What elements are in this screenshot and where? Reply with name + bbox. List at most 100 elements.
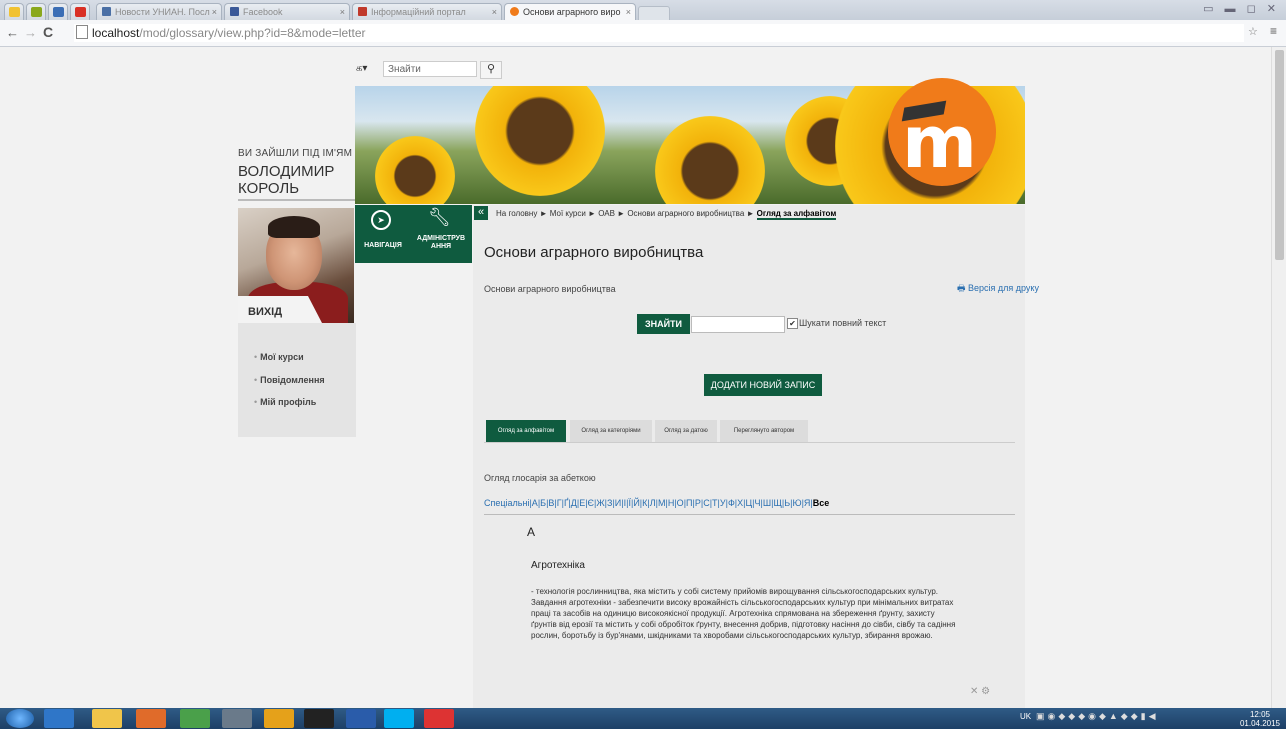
ie-icon[interactable] bbox=[44, 709, 74, 728]
url-host: localhost bbox=[92, 26, 140, 40]
scrollbar-thumb[interactable] bbox=[1275, 50, 1284, 260]
portal-favicon-icon bbox=[358, 7, 367, 16]
page-title: Основи аграрного виробництва bbox=[484, 244, 704, 261]
tray-icons[interactable]: ▣◉◆◆◆◉◆▲◆◆▮◀ bbox=[1036, 711, 1159, 722]
tabs-divider bbox=[484, 442, 1015, 443]
vlc-icon[interactable] bbox=[264, 709, 294, 728]
navigation-block-label[interactable]: НАВІГАЦІЯ bbox=[358, 242, 408, 249]
alphabet-letter-link[interactable]: О bbox=[677, 498, 684, 508]
breadcrumb-separator: ► bbox=[588, 209, 596, 218]
terminal-icon[interactable] bbox=[304, 709, 334, 728]
forward-arrow-icon[interactable]: → bbox=[24, 25, 37, 40]
collapse-blocks-button[interactable]: « bbox=[474, 206, 488, 220]
pinned-tab[interactable] bbox=[4, 3, 24, 20]
browser-tab-active[interactable]: Основи аграрного виро × bbox=[504, 3, 636, 20]
url-path: /mod/glossary/view.php?id=8&mode=letter bbox=[139, 26, 366, 40]
news-favicon-icon bbox=[102, 7, 111, 16]
user-name[interactable]: ВОЛОДИМИР КОРОЛЬ bbox=[238, 163, 358, 197]
print-version-link[interactable]: 🖶︎ Версія для друку bbox=[957, 281, 1039, 297]
logout-button[interactable]: ВИХІД bbox=[248, 306, 282, 318]
tab-browse-alphabet[interactable]: Огляд за алфавітом bbox=[486, 420, 566, 442]
facebook-favicon-icon bbox=[230, 7, 239, 16]
breadcrumb-course[interactable]: Основи аграрного виробництва bbox=[627, 209, 744, 218]
page-icon bbox=[76, 25, 88, 39]
alphabet-divider bbox=[484, 514, 1015, 515]
menu-item-messages[interactable]: • Повідомлення bbox=[254, 375, 325, 385]
menu-icon[interactable]: ≡ bbox=[1270, 24, 1277, 38]
wrench-icon[interactable]: 🔧︎ bbox=[428, 207, 451, 228]
entry-actions: ✕ ⚙ bbox=[970, 686, 990, 697]
tab-close-icon[interactable]: × bbox=[340, 7, 345, 17]
pinned-tab[interactable] bbox=[26, 3, 46, 20]
moodle-favicon-icon bbox=[510, 7, 519, 16]
site-search-input[interactable]: Знайти bbox=[383, 61, 477, 77]
alphabet-letter-link[interactable]: Щ bbox=[773, 498, 781, 508]
breadcrumb-separator: ► bbox=[746, 209, 755, 218]
sunflower-image bbox=[655, 116, 765, 204]
tab-title: Facebook bbox=[243, 7, 283, 17]
tab-close-icon[interactable]: × bbox=[212, 7, 217, 17]
chrome-icon[interactable] bbox=[180, 709, 210, 728]
tab-browse-author[interactable]: Переглянуто автором bbox=[720, 420, 808, 442]
explorer-icon[interactable] bbox=[92, 709, 122, 728]
alphabet-letter-link[interactable]: Ф bbox=[728, 498, 735, 508]
delete-icon[interactable]: ✕ bbox=[970, 686, 978, 697]
pinned-tab[interactable] bbox=[48, 3, 68, 20]
add-entry-button[interactable]: ДОДАТИ НОВИЙ ЗАПИС bbox=[704, 374, 822, 396]
address-bar[interactable]: localhost/mod/glossary/view.php?id=8&mod… bbox=[74, 24, 1244, 42]
start-button[interactable] bbox=[6, 709, 34, 728]
divider bbox=[238, 199, 356, 201]
search-icon[interactable]: ⚲ bbox=[480, 61, 502, 79]
star-icon[interactable]: ☆ bbox=[1248, 25, 1258, 38]
avatar-hair bbox=[268, 216, 320, 238]
glossary-search-button[interactable]: ЗНАЙТИ bbox=[637, 314, 690, 334]
tab-close-icon[interactable]: × bbox=[626, 7, 631, 17]
alphabet-special-link[interactable]: Спеціальні bbox=[484, 498, 529, 508]
menu-item-my-profile[interactable]: • Мій профіль bbox=[254, 397, 316, 407]
alphabet-letter-link[interactable]: Ш bbox=[763, 498, 771, 508]
logged-in-label: ВИ ЗАЙШЛИ ПІД ІМ'ЯМ bbox=[238, 148, 353, 159]
language-menu[interactable]: க▾ bbox=[356, 63, 367, 75]
glossary-name: Основи аграрного виробництва bbox=[484, 284, 616, 294]
tab-close-icon[interactable]: × bbox=[492, 7, 497, 17]
glossary-search-input[interactable] bbox=[691, 316, 785, 333]
browser-tab[interactable]: Facebook × bbox=[224, 3, 350, 20]
acrobat-icon[interactable] bbox=[424, 709, 454, 728]
admin-block-label[interactable]: АДМІНІСТРУВ АННЯ bbox=[412, 235, 470, 251]
breadcrumb-home[interactable]: На головну bbox=[496, 209, 537, 218]
navigation-icon[interactable]: ➤ bbox=[371, 210, 391, 230]
letter-heading: А bbox=[527, 525, 536, 539]
tab-browse-date[interactable]: Огляд за датою bbox=[655, 420, 717, 442]
tab-title: Основи аграрного виро bbox=[523, 7, 621, 17]
skype-icon[interactable] bbox=[384, 709, 414, 728]
printer-icon: 🖶︎ bbox=[957, 283, 968, 293]
alphabet-bar: Спеціальні|А|Б|В|Г|Ґ|Д|Е|Є|Ж|З|И|І|Ї|Й|К… bbox=[484, 498, 829, 508]
fulltext-checkbox[interactable]: ✔ bbox=[787, 318, 798, 329]
word-icon[interactable] bbox=[346, 709, 376, 728]
alphabet-letter-link[interactable]: Ж bbox=[596, 498, 604, 508]
tab-browse-category[interactable]: Огляд за категоріями bbox=[570, 420, 652, 442]
breadcrumb-my-courses[interactable]: Мої курси bbox=[550, 209, 586, 218]
reload-icon[interactable]: C bbox=[43, 24, 53, 40]
breadcrumb-separator: ► bbox=[617, 209, 626, 218]
settings-icon[interactable]: ⚙ bbox=[981, 686, 990, 697]
alphabet-all-link[interactable]: Все bbox=[813, 498, 830, 508]
browse-label: Огляд глосарія за абеткою bbox=[484, 473, 596, 483]
tab-title: Новости УНИАН. Посл bbox=[115, 7, 210, 17]
sunflower-image bbox=[475, 86, 605, 196]
breadcrumb: На головну ► Мої курси ► ОАВ ► Основи аг… bbox=[496, 209, 837, 220]
language-indicator[interactable]: UK bbox=[1020, 712, 1031, 721]
app-icon[interactable] bbox=[222, 709, 252, 728]
pinned-tab[interactable] bbox=[70, 3, 90, 20]
media-player-icon[interactable] bbox=[136, 709, 166, 728]
menu-item-my-courses[interactable]: • Мої курси bbox=[254, 352, 304, 362]
browser-tab[interactable]: Новости УНИАН. Посл × bbox=[96, 3, 222, 20]
sunflower-image bbox=[375, 136, 455, 204]
browser-tab[interactable]: Інформаційний портал × bbox=[352, 3, 502, 20]
clock[interactable]: 12:05 01.04.2015 bbox=[1240, 710, 1280, 728]
alphabet-letter-link[interactable]: Ю bbox=[792, 498, 801, 508]
breadcrumb-course-short[interactable]: ОАВ bbox=[598, 209, 615, 218]
fulltext-label: Шукати повний текст bbox=[799, 318, 887, 328]
window-controls[interactable]: ▭ ▬ ◻ ✕ bbox=[1203, 2, 1280, 15]
back-arrow-icon[interactable]: ← bbox=[6, 25, 19, 40]
